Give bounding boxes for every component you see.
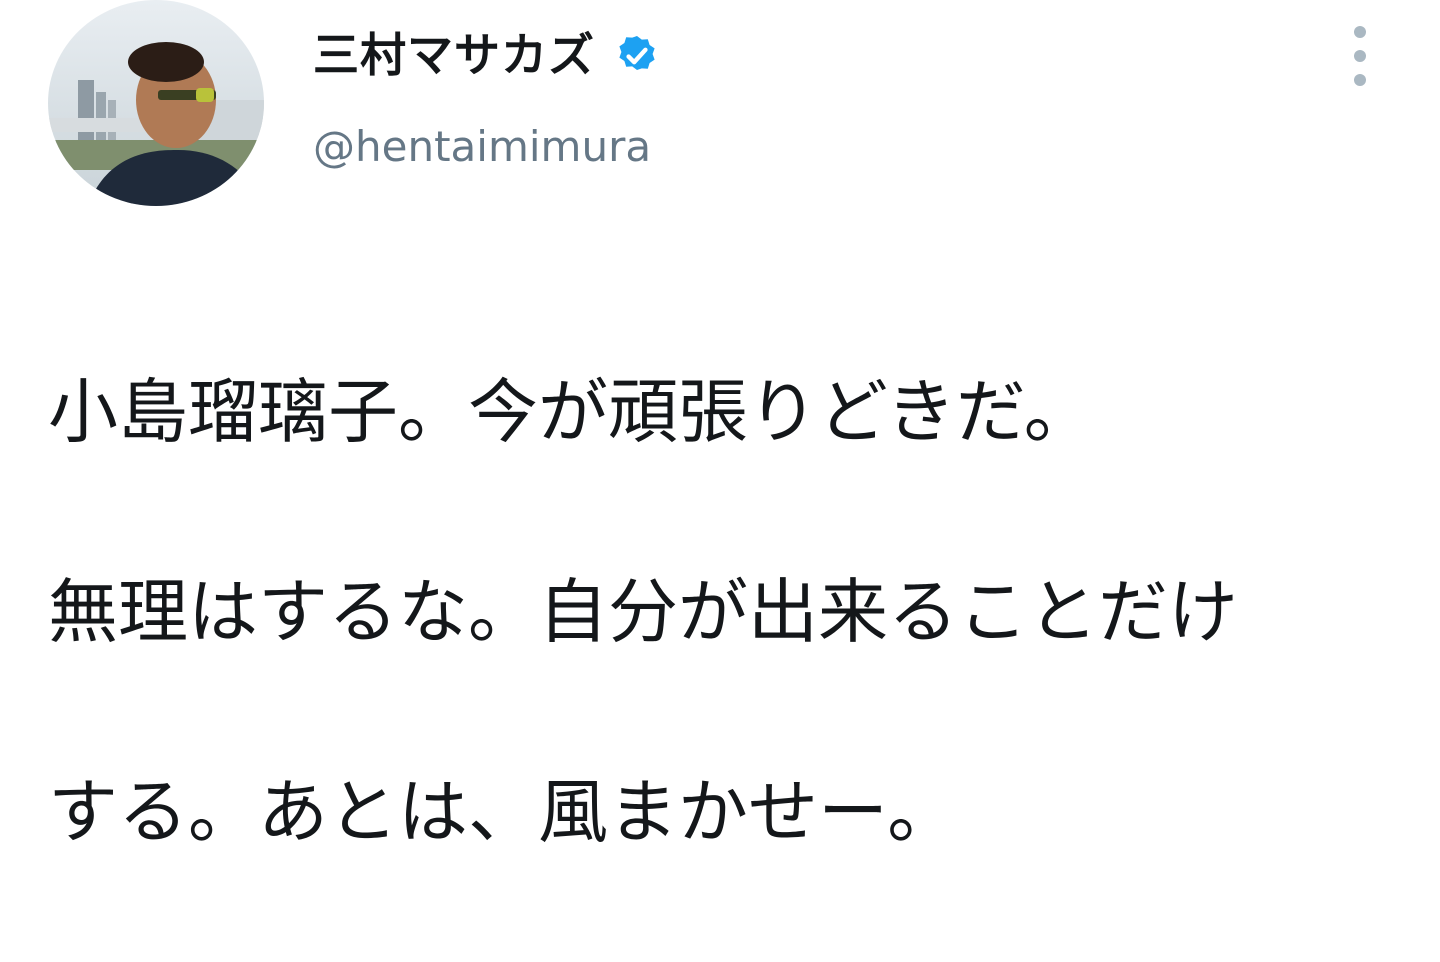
more-vertical-icon-dot [1354,74,1366,86]
display-name[interactable]: 三村マサカズ [313,19,595,85]
profile-photo [48,0,264,206]
tweet-line: 無理はするな。自分が出来ることだけ [48,571,1238,653]
tweet-line: する。あとは、風まかせー。 [48,771,958,853]
more-options-button[interactable] [1340,26,1380,86]
avatar[interactable] [48,0,264,206]
tweet-text: 小島瑠璃子。今が頑張りどきだ。 無理はするな。自分が出来ることだけ する。あとは… [48,262,1408,962]
more-vertical-icon-dot [1354,50,1366,62]
user-name-row[interactable]: 三村マサカズ [313,22,661,82]
tweet-line: 小島瑠璃子。今が頑張りどきだ。 [48,371,1094,453]
tweet-card: 三村マサカズ @hentaimimura 小島瑠璃子。今が頑張りどきだ。 無理は… [0,0,1440,853]
user-handle[interactable]: @hentaimimura [313,122,651,171]
verified-badge-icon [619,36,655,70]
more-vertical-icon [1354,26,1366,38]
